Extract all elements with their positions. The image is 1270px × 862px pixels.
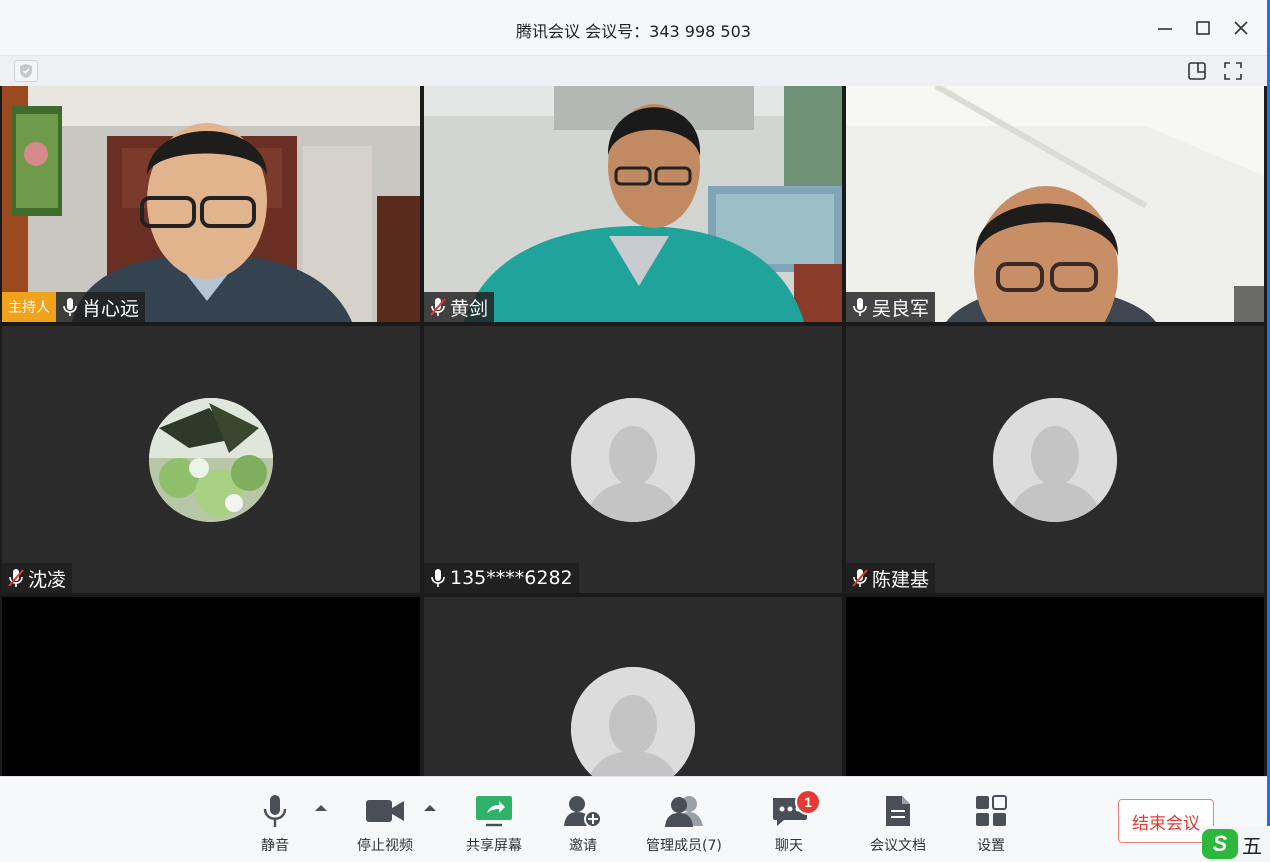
window-title: 腾讯会议 会议号：343 998 503 — [516, 22, 751, 41]
participant-avatar-photo — [149, 398, 273, 522]
settings-button[interactable]: 设置 — [969, 791, 1013, 855]
stop-video-label: 停止视频 — [357, 838, 413, 854]
default-avatar-icon — [571, 667, 695, 776]
participant-name-tag: 135****6282 — [424, 563, 579, 593]
maximize-icon — [1196, 21, 1210, 35]
window-controls — [1153, 16, 1253, 40]
chat-unread-badge: 1 — [795, 789, 821, 815]
maximize-button[interactable] — [1191, 16, 1215, 40]
video-grid: 主持人 肖心远 黄剑 吴良军 沈凌 135****6282 陈建基 — [0, 86, 1267, 776]
default-avatar-icon — [571, 398, 695, 522]
share-screen-button[interactable]: 共享屏幕 — [466, 791, 522, 855]
empty-tile — [846, 597, 1264, 776]
mute-button[interactable]: 静音 — [253, 791, 297, 855]
microphone-icon — [60, 296, 80, 318]
ime-logo-icon: S — [1202, 829, 1238, 859]
members-icon — [662, 791, 706, 831]
participant-video — [424, 86, 842, 322]
manage-members-button[interactable]: 管理成员(7) — [646, 791, 722, 855]
shield-icon — [20, 64, 32, 78]
chat-button[interactable]: 1 聊天 — [767, 789, 821, 855]
audio-options-caret-icon[interactable] — [314, 803, 328, 813]
security-shield-button[interactable] — [14, 60, 38, 82]
participant-tile[interactable]: 黄剑 — [424, 86, 842, 322]
stop-video-button[interactable]: 停止视频 — [357, 791, 413, 855]
participant-tile[interactable] — [424, 597, 842, 776]
participant-name: 沈凌 — [28, 568, 67, 591]
participant-name: 黄剑 — [450, 297, 489, 320]
share-screen-label: 共享屏幕 — [466, 838, 522, 854]
participant-name: 135****6282 — [450, 567, 573, 589]
fullscreen-icon — [1224, 62, 1242, 80]
participant-name: 吴良军 — [872, 297, 930, 320]
video-camera-icon — [363, 791, 407, 831]
participant-tile[interactable]: 主持人 肖心远 — [2, 86, 420, 322]
microphone-icon — [253, 791, 297, 831]
grid-settings-icon — [969, 791, 1013, 831]
microphone-icon — [428, 567, 448, 589]
fullscreen-button[interactable] — [1221, 59, 1245, 83]
meeting-toolbar: 静音 停止视频 共享屏幕 邀请 管理成员(7) 1 聊天 会议文档 设置 结束会… — [0, 776, 1267, 862]
ime-status-indicator[interactable]: S 五 — [1202, 826, 1270, 862]
participant-name: 陈建基 — [872, 568, 930, 591]
invite-label: 邀请 — [569, 838, 597, 854]
microphone-muted-icon — [428, 296, 448, 318]
close-icon — [1234, 21, 1248, 35]
document-icon — [876, 791, 920, 831]
participant-tile[interactable]: 吴良军 — [846, 86, 1264, 322]
participant-tile[interactable]: 陈建基 — [846, 326, 1264, 593]
participant-name-tag: 黄剑 — [424, 292, 495, 322]
minimize-icon — [1158, 28, 1172, 30]
empty-tile — [2, 597, 420, 776]
invite-button[interactable]: 邀请 — [561, 791, 605, 855]
share-screen-icon — [472, 791, 516, 831]
participant-name: 肖心远 — [82, 297, 140, 320]
participant-name-tag: 主持人 肖心远 — [2, 292, 146, 322]
meeting-docs-button[interactable]: 会议文档 — [870, 791, 926, 855]
minimize-button[interactable] — [1153, 16, 1177, 40]
participant-video — [846, 86, 1264, 322]
meeting-window: 腾讯会议 会议号：343 998 503 主持人 肖心远 黄剑 吴良军 沈凌 1… — [0, 0, 1270, 862]
view-controls — [1185, 59, 1245, 83]
participant-name-tag: 陈建基 — [846, 563, 936, 593]
host-badge: 主持人 — [2, 292, 56, 322]
participant-tile[interactable]: 沈凌 — [2, 326, 420, 593]
meeting-docs-label: 会议文档 — [870, 838, 926, 854]
chat-icon: 1 — [767, 789, 821, 831]
add-user-icon — [561, 791, 605, 831]
layout-icon — [1188, 62, 1206, 80]
layout-switch-button[interactable] — [1185, 59, 1209, 83]
default-avatar-icon — [993, 398, 1117, 522]
participant-video — [2, 86, 420, 322]
settings-label: 设置 — [977, 838, 1005, 854]
participant-name-tag: 吴良军 — [846, 292, 936, 322]
mute-label: 静音 — [261, 838, 289, 854]
chat-label: 聊天 — [775, 838, 803, 854]
microphone-muted-icon — [850, 567, 870, 589]
title-bar: 腾讯会议 会议号：343 998 503 — [0, 0, 1267, 56]
close-button[interactable] — [1229, 16, 1253, 40]
participant-tile[interactable]: 135****6282 — [424, 326, 842, 593]
participant-name-tag: 沈凌 — [2, 563, 73, 593]
microphone-muted-icon — [6, 567, 26, 589]
manage-members-label: 管理成员(7) — [646, 838, 722, 854]
microphone-icon — [850, 296, 870, 318]
meeting-info-bar — [0, 56, 1267, 86]
ime-mode: 五 — [1242, 833, 1262, 858]
end-meeting-button[interactable]: 结束会议 — [1118, 799, 1214, 843]
video-options-caret-icon[interactable] — [423, 803, 437, 813]
